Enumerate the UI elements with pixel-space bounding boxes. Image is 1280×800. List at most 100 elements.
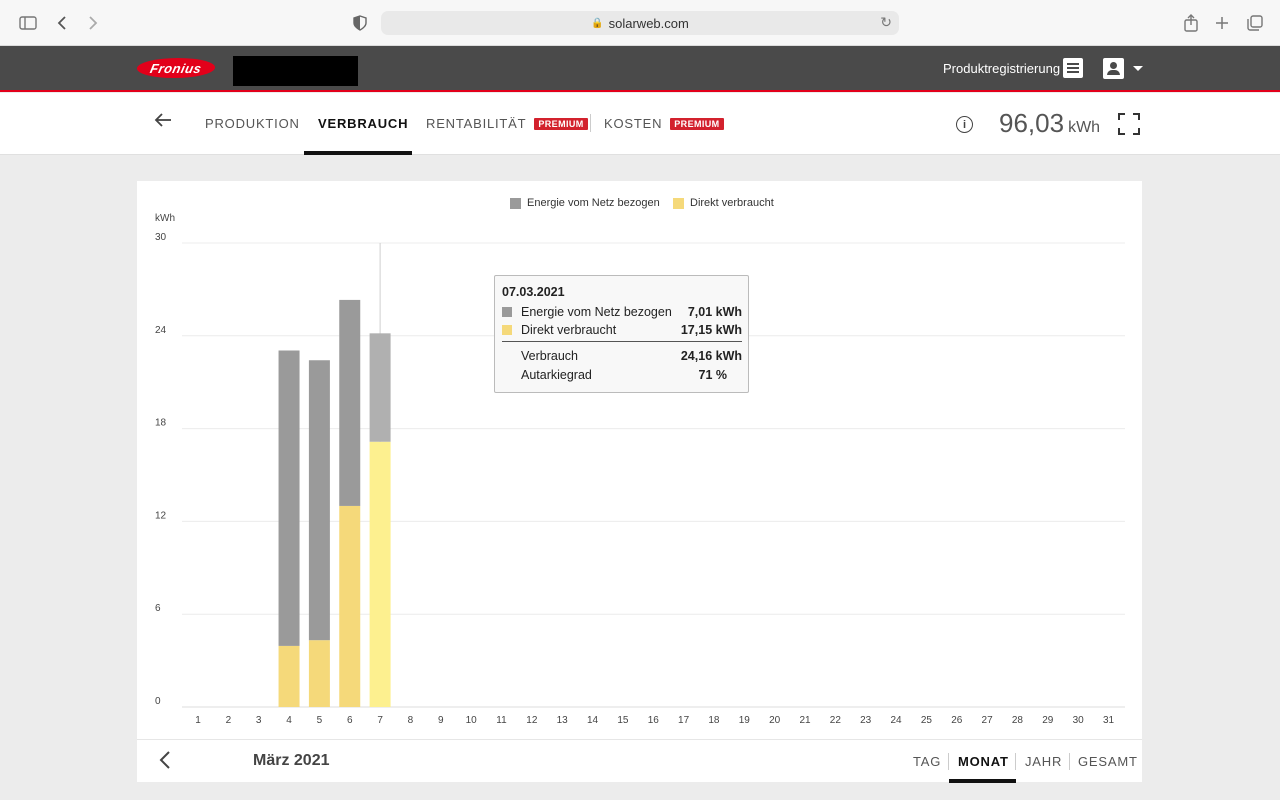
- period-divider: [1015, 753, 1016, 770]
- period-tag[interactable]: TAG: [913, 754, 941, 769]
- period-monat[interactable]: MONAT: [958, 754, 1009, 769]
- chart-tooltip: 07.03.2021 Energie vom Netz bezogen 7,01…: [494, 275, 749, 393]
- x-tick-label: 14: [587, 715, 599, 726]
- x-tick-label: 21: [799, 715, 811, 726]
- bar-netz-bezogen[interactable]: [339, 299, 361, 506]
- tooltip-value: 17,15 kWh: [680, 323, 742, 337]
- x-tick-label: 15: [617, 715, 629, 726]
- back-arrow-icon[interactable]: [154, 111, 172, 134]
- tab-label: KOSTEN: [604, 116, 663, 131]
- x-tick-label: 25: [921, 715, 933, 726]
- url-text: solarweb.com: [608, 15, 689, 31]
- fullscreen-icon[interactable]: [1118, 113, 1140, 135]
- current-month: März 2021: [253, 752, 330, 769]
- x-tick-label: 28: [1012, 715, 1024, 726]
- y-axis-label: kWh: [155, 213, 175, 224]
- y-tick-label: 24: [155, 325, 167, 336]
- tooltip-label: Direkt verbraucht: [521, 323, 617, 337]
- y-tick-label: 0: [155, 696, 161, 707]
- logo-text: Fronius: [148, 60, 204, 76]
- x-tick-label: 10: [466, 715, 478, 726]
- x-tick-label: 2: [226, 715, 232, 726]
- system-name-redacted[interactable]: [233, 56, 358, 86]
- product-registration-link[interactable]: Produktregistrierung: [943, 61, 1060, 76]
- tab-produktion[interactable]: PRODUKTION: [205, 116, 300, 131]
- tab-label: VERBRAUCH: [318, 116, 409, 131]
- x-tick-label: 31: [1103, 715, 1115, 726]
- bar-direkt-verbraucht[interactable]: [308, 640, 330, 707]
- tab-rentabilitaet[interactable]: RENTABILITÄT PREMIUM: [426, 116, 588, 131]
- total-unit: kWh: [1068, 119, 1101, 136]
- x-tick-label: 5: [317, 715, 323, 726]
- x-tick-label: 11: [496, 715, 507, 726]
- chart-card: Energie vom Netz bezogen Direkt verbrauc…: [137, 181, 1142, 739]
- tooltip-value: 71 %: [698, 368, 728, 382]
- tooltip-row-autarky: Autarkiegrad 71 %: [502, 366, 742, 384]
- shield-icon[interactable]: [349, 12, 371, 34]
- reload-icon[interactable]: ↻: [880, 14, 892, 31]
- tooltip-row-direct: Direkt verbraucht 17,15 kWh: [502, 321, 742, 339]
- period-gesamt[interactable]: GESAMT: [1078, 754, 1138, 769]
- tab-verbrauch[interactable]: VERBRAUCH: [318, 116, 408, 131]
- tooltip-date: 07.03.2021: [502, 285, 565, 299]
- x-tick-label: 30: [1073, 715, 1085, 726]
- x-tick-label: 4: [286, 715, 292, 726]
- x-tick-label: 8: [408, 715, 414, 726]
- tooltip-label: Verbrauch: [521, 349, 578, 363]
- x-tick-label: 7: [377, 715, 383, 726]
- active-period-indicator: [949, 779, 1016, 783]
- active-tab-indicator: [304, 151, 412, 155]
- url-bar[interactable]: 🔒 solarweb.com ↻: [381, 11, 899, 35]
- tab-label: RENTABILITÄT: [426, 116, 527, 131]
- forward-icon[interactable]: [82, 12, 104, 34]
- back-icon[interactable]: [51, 12, 73, 34]
- x-tick-label: 16: [648, 715, 660, 726]
- x-tick-label: 18: [708, 715, 720, 726]
- sidebar-icon[interactable]: [17, 12, 39, 34]
- bar-netz-bezogen[interactable]: [308, 360, 330, 641]
- bar-direkt-verbraucht[interactable]: [278, 645, 300, 707]
- tab-kosten[interactable]: KOSTEN PREMIUM: [604, 116, 724, 131]
- chevron-down-icon[interactable]: [1133, 66, 1143, 71]
- app-header: Fronius Produktregistrierung: [0, 46, 1280, 92]
- x-tick-label: 24: [890, 715, 902, 726]
- tooltip-row-grid: Energie vom Netz bezogen 7,01 kWh: [502, 303, 742, 321]
- previous-month-icon[interactable]: [159, 750, 171, 776]
- x-tick-label: 19: [739, 715, 751, 726]
- x-tick-label: 27: [982, 715, 994, 726]
- x-tick-label: 12: [526, 715, 538, 726]
- tooltip-divider: [502, 341, 742, 342]
- sub-navigation: PRODUKTION VERBRAUCH RENTABILITÄT PREMIU…: [0, 93, 1280, 155]
- browser-toolbar: 🔒 solarweb.com ↻: [0, 0, 1280, 46]
- x-tick-label: 26: [951, 715, 963, 726]
- tab-divider: [590, 114, 591, 132]
- tabs-icon[interactable]: [1244, 12, 1266, 34]
- new-tab-icon[interactable]: [1211, 12, 1233, 34]
- lock-icon: 🔒: [591, 17, 604, 29]
- period-bar: März 2021 TAG MONAT JAHR GESAMT: [137, 739, 1142, 783]
- info-icon[interactable]: i: [956, 116, 973, 133]
- share-icon[interactable]: [1180, 12, 1202, 34]
- period-jahr[interactable]: JAHR: [1025, 754, 1062, 769]
- x-tick-label: 6: [347, 715, 353, 726]
- bar-direkt-verbraucht[interactable]: [369, 441, 391, 707]
- period-divider: [1069, 753, 1070, 770]
- x-tick-label: 22: [830, 715, 842, 726]
- x-tick-label: 20: [769, 715, 781, 726]
- y-tick-label: 18: [155, 418, 167, 429]
- total-energy: 96,03 kWh: [999, 108, 1100, 139]
- fronius-logo[interactable]: Fronius: [134, 58, 218, 78]
- bar-direkt-verbraucht[interactable]: [339, 505, 361, 707]
- registration-icon[interactable]: [1063, 58, 1083, 78]
- user-icon[interactable]: [1103, 58, 1124, 79]
- bar-netz-bezogen[interactable]: [369, 333, 391, 442]
- bar-netz-bezogen[interactable]: [278, 350, 300, 646]
- x-tick-label: 3: [256, 715, 262, 726]
- x-tick-label: 1: [195, 715, 201, 726]
- y-tick-label: 12: [155, 510, 167, 521]
- total-value: 96,03: [999, 108, 1065, 138]
- premium-badge: PREMIUM: [670, 117, 724, 130]
- x-tick-label: 17: [678, 715, 690, 726]
- period-divider: [948, 753, 949, 770]
- y-tick-label: 30: [155, 232, 167, 243]
